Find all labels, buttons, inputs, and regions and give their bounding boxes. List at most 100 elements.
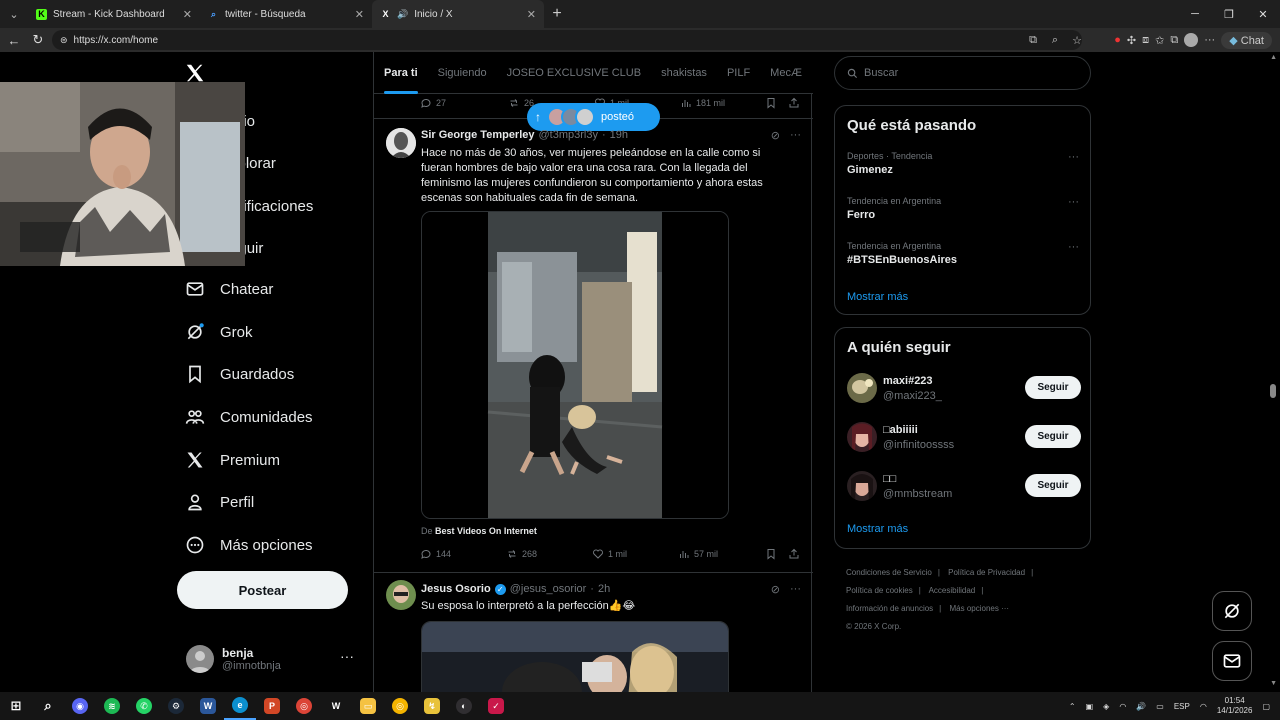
scroll-up-icon[interactable]: ▲ (1270, 54, 1277, 61)
author-name[interactable]: Jesus Osorio (421, 583, 491, 595)
trend-item[interactable]: Tendencia en Argentina #BTSEnBuenosAires… (847, 241, 1079, 266)
notifications-icon[interactable]: ▢ (1262, 702, 1270, 711)
avatar[interactable] (847, 471, 877, 501)
nav-item-communities[interactable]: Comunidades (184, 402, 313, 432)
wifi-alt-icon[interactable]: ◠ (1200, 702, 1207, 711)
more-icon[interactable]: ··· (1204, 34, 1215, 46)
close-window-icon[interactable]: ✕ (1246, 0, 1280, 28)
follow-suggestion[interactable]: □□ @mmbstream Seguir (847, 471, 1081, 503)
battery-icon[interactable]: ▭ (1156, 702, 1164, 711)
search-input[interactable]: Buscar (834, 56, 1091, 90)
collections-icon[interactable]: ⧉ (1170, 34, 1178, 47)
zoom-icon[interactable]: ⌕ (1046, 34, 1064, 47)
edge-icon[interactable]: e (224, 692, 256, 720)
grok-fab-button[interactable] (1212, 591, 1252, 631)
powerpoint-icon[interactable]: P (256, 692, 288, 720)
split-screen-icon[interactable]: ⧈ (1142, 34, 1149, 47)
close-icon[interactable]: ✕ (183, 8, 192, 21)
page-scrollbar[interactable] (1270, 384, 1276, 398)
trend-item[interactable]: Tendencia en Argentina Ferro ··· (847, 196, 1079, 221)
profile-avatar[interactable] (1184, 33, 1199, 47)
tray-app-icon[interactable]: ▣ (1086, 702, 1094, 711)
steam-icon[interactable]: ⚙ (160, 692, 192, 720)
follow-button[interactable]: Seguir (1025, 474, 1081, 497)
reply-button[interactable]: 144 (420, 548, 451, 560)
author-name[interactable]: Sir George Temperley (421, 129, 535, 141)
bookmark-button[interactable] (765, 548, 777, 560)
speaker-icon[interactable]: 🔊 (397, 9, 408, 20)
tweet-media[interactable] (421, 621, 729, 692)
nav-item-chat[interactable]: Chatear (184, 274, 273, 304)
messages-fab-button[interactable] (1212, 641, 1252, 681)
reload-button[interactable]: ↻ (26, 28, 50, 52)
tweet[interactable]: Sir George Temperley @t3mp3rl3y · 19h ⊘ … (374, 119, 813, 573)
tweet-time[interactable]: 19h (610, 129, 628, 141)
follow-button[interactable]: Seguir (1025, 425, 1081, 448)
tab-inicio-x[interactable]: X 🔊 Inicio / X ✕ (372, 0, 544, 28)
nav-item-premium[interactable]: Premium (184, 445, 280, 475)
footer-link[interactable]: Política de cookies (846, 586, 913, 595)
nav-item-grok[interactable]: Grok (184, 317, 253, 347)
favorite-star-icon[interactable]: ☆ (1068, 34, 1086, 47)
who-show-more-link[interactable]: Mostrar más (847, 523, 908, 535)
copilot-chat-button[interactable]: ◆ Chat (1221, 31, 1272, 49)
restore-icon[interactable]: ❐ (1212, 0, 1246, 28)
new-tab-button[interactable]: + (544, 5, 570, 23)
windows-start-icon[interactable]: ⊞ (0, 692, 32, 720)
app-icon[interactable]: W (320, 692, 352, 720)
like-button[interactable]: 1 mil (592, 548, 627, 560)
tweet-time[interactable]: 2h (598, 583, 610, 595)
follow-suggestion[interactable]: □abiiiii @infinitoossss Seguir (847, 422, 1081, 454)
more-dots-icon[interactable]: ··· (790, 129, 801, 142)
tab-twitter-search[interactable]: ⌕ twitter - Búsqueda ✕ (200, 0, 372, 28)
search-icon[interactable]: ⌕ (32, 692, 64, 720)
app-icon[interactable]: ✓ (480, 692, 512, 720)
avatar[interactable] (386, 128, 416, 158)
grok-icon[interactable]: ⊘ (771, 129, 780, 142)
footer-link[interactable]: Información de anuncios (846, 604, 933, 613)
tab-kick-dashboard[interactable]: K Stream - Kick Dashboard ✕ (28, 0, 200, 28)
tweet-video[interactable] (421, 211, 729, 519)
folder-icon[interactable]: ▭ (352, 692, 384, 720)
nav-item-profile[interactable]: Perfil (184, 487, 254, 517)
app-icon[interactable]: ⧉ (1024, 34, 1042, 47)
discord-icon[interactable]: ◉ (64, 692, 96, 720)
tab-siguiendo[interactable]: Siguiendo (428, 52, 497, 94)
follow-suggestion[interactable]: maxi#223 @maxi223_ Seguir (847, 373, 1081, 405)
more-dots-icon[interactable]: ··· (1068, 151, 1079, 163)
post-button[interactable]: Postear (177, 571, 348, 609)
footer-link[interactable]: Más opciones ··· (949, 604, 1009, 613)
trends-show-more-link[interactable]: Mostrar más (847, 291, 908, 303)
tray-app-icon[interactable]: ◈ (1103, 702, 1109, 711)
app-icon[interactable]: ↯ (416, 692, 448, 720)
share-button[interactable] (788, 97, 800, 109)
trend-item[interactable]: Deportes · Tendencia Gimenez ··· (847, 151, 1079, 176)
close-icon[interactable]: ✕ (355, 8, 364, 21)
nav-item-bookmarks[interactable]: Guardados (184, 359, 294, 389)
more-dots-icon[interactable]: ··· (340, 648, 354, 664)
more-dots-icon[interactable]: ··· (1068, 241, 1079, 253)
views-button[interactable]: 181 mil (680, 97, 725, 109)
footer-link[interactable]: Política de Privacidad (948, 568, 1025, 577)
author-handle[interactable]: @t3mp3rl3y (539, 129, 598, 141)
word-icon[interactable]: W (192, 692, 224, 720)
footer-link[interactable]: Accesibilidad (929, 586, 976, 595)
avatar[interactable] (847, 373, 877, 403)
puzzle-icon[interactable]: ✣ (1127, 34, 1136, 47)
volume-icon[interactable]: 🔊 (1136, 702, 1146, 711)
more-dots-icon[interactable]: ··· (790, 583, 801, 596)
whatsapp-icon[interactable]: ✆ (128, 692, 160, 720)
back-button[interactable]: ← (2, 28, 26, 52)
grok-icon[interactable]: ⊘ (771, 583, 780, 596)
attrib-source[interactable]: Best Videos On Internet (435, 526, 537, 536)
clock[interactable]: 01:54 14/1/2026 (1217, 696, 1253, 716)
repost-button[interactable]: 268 (506, 548, 537, 560)
favorites-icon[interactable]: ✩ (1155, 34, 1164, 47)
chrome-icon[interactable]: ◎ (288, 692, 320, 720)
tab-joseo-exclusive-club[interactable]: JOSEO EXCLUSIVE CLUB (497, 52, 652, 94)
follow-button[interactable]: Seguir (1025, 376, 1081, 399)
site-info-icon[interactable]: ⊜ (60, 35, 68, 46)
reply-button[interactable]: 27 (420, 97, 446, 109)
language-indicator[interactable]: ESP (1174, 702, 1190, 711)
minimize-icon[interactable]: ─ (1178, 0, 1212, 28)
